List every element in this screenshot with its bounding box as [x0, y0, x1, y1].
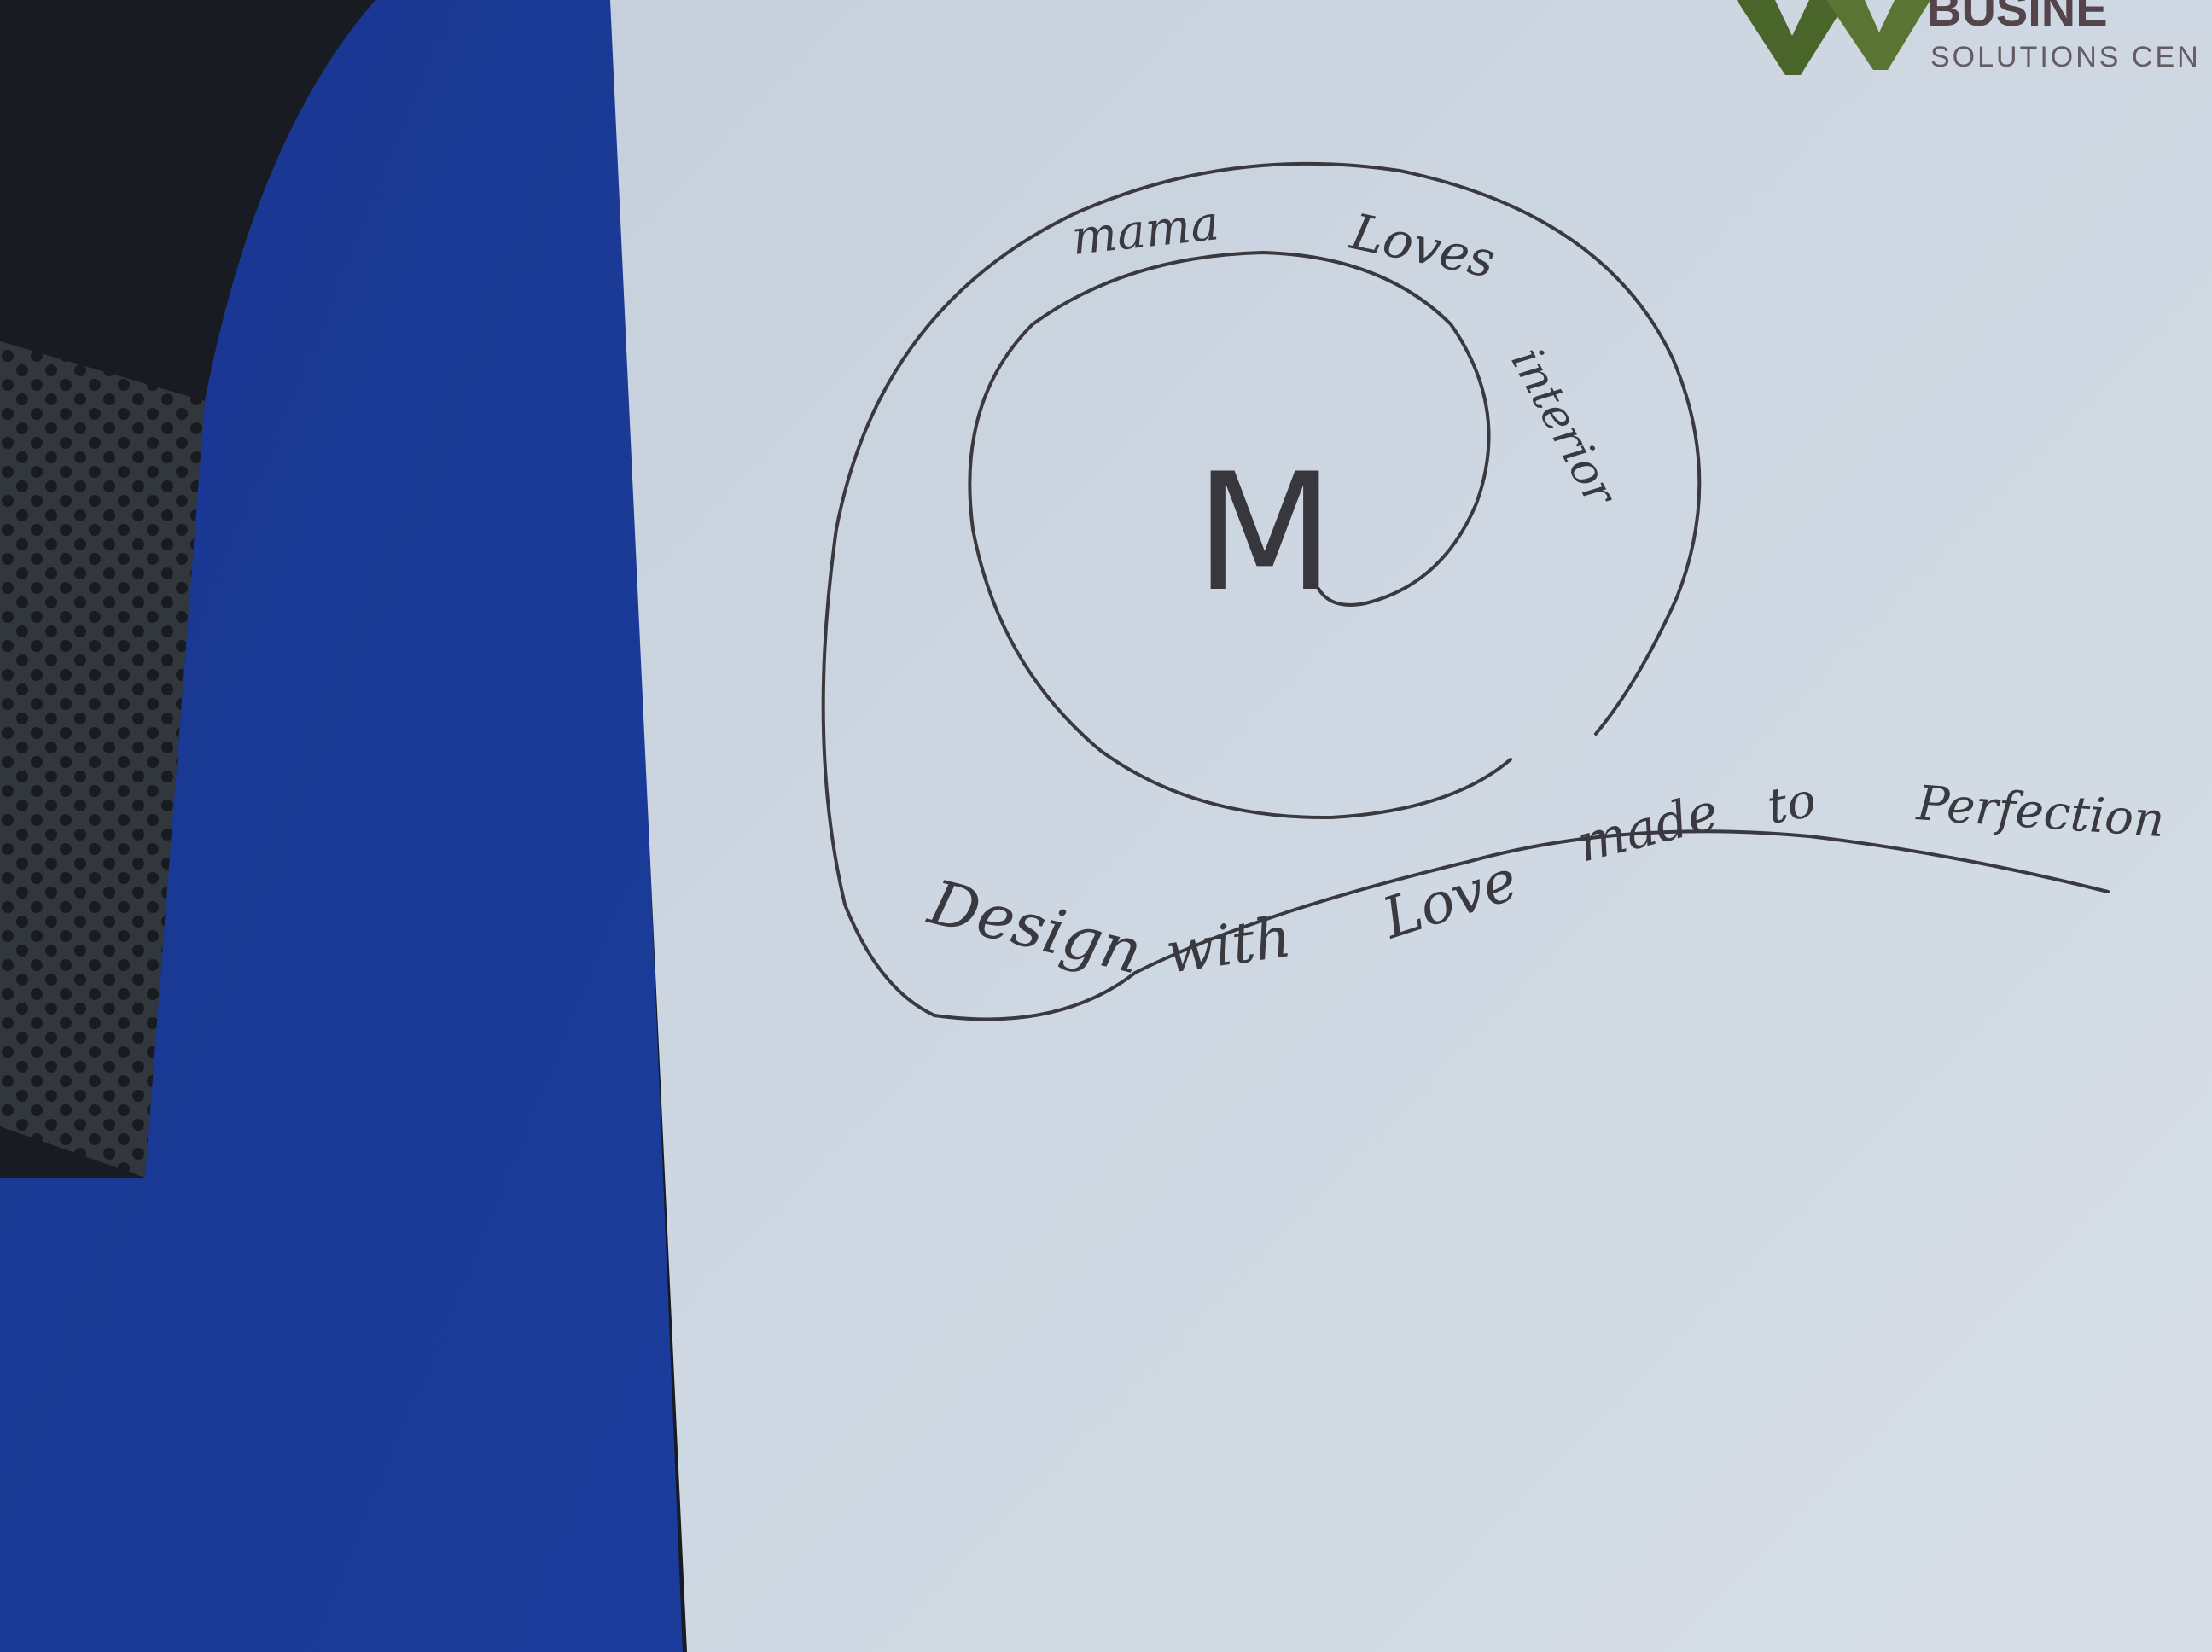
- scene-svg: BUSINE SOLUTIONS CEN M mama Loves interi…: [0, 0, 2212, 1652]
- lighting-overlay: [0, 0, 2212, 1652]
- photo-scene: BUSINE SOLUTIONS CEN M mama Loves interi…: [0, 0, 2212, 1652]
